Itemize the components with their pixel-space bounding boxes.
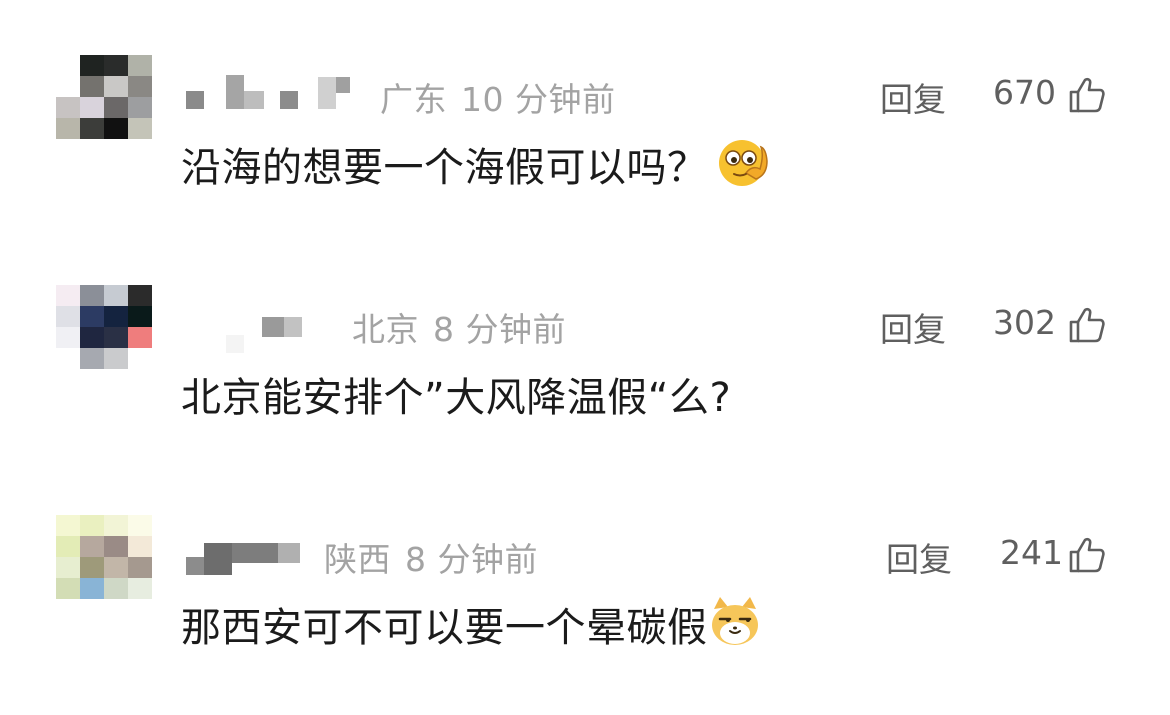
reply-button[interactable]: 回复 (886, 533, 952, 581)
like-count: 670 (993, 73, 1056, 112)
comment-location: 北京 (352, 310, 419, 349)
thumbs-up-icon[interactable] (1068, 536, 1106, 574)
comment-location: 广东 (380, 80, 447, 119)
comment-text: 沿海的想要一个海假可以吗？ (181, 135, 770, 193)
comment-item: 陕西 8 分钟前 回复 241 那西安可不可以要一个晕碳假 (0, 515, 1170, 715)
comment-body: 北京能安排个”大风降温假“么? (181, 375, 732, 421)
comment-text: 那西安可不可以要一个晕碳假 (181, 595, 762, 653)
comment-time: 8 分钟前 (433, 310, 566, 349)
comment-item: 北京 8 分钟前 回复 302 北京能安排个”大风降温假“么? (0, 285, 1170, 485)
comment-time: 10 分钟前 (461, 80, 616, 119)
reply-button[interactable]: 回复 (880, 73, 946, 121)
comment-location: 陕西 (324, 540, 391, 579)
comment-body: 那西安可不可以要一个晕碳假 (181, 605, 708, 651)
comment-body: 沿海的想要一个海假可以吗？ (181, 145, 708, 191)
like-count: 302 (993, 303, 1056, 342)
thumbs-up-icon[interactable] (1068, 306, 1106, 344)
reply-button[interactable]: 回复 (880, 303, 946, 351)
avatar[interactable] (56, 55, 152, 139)
username-masked[interactable] (186, 75, 386, 115)
comment-meta: 陕西 8 分钟前 (324, 533, 538, 581)
comment-text: 北京能安排个”大风降温假“么? (181, 365, 731, 423)
comment-time: 8 分钟前 (405, 540, 538, 579)
like-count: 241 (1000, 533, 1063, 572)
comment-meta: 北京 8 分钟前 (352, 303, 566, 351)
avatar[interactable] (56, 285, 152, 369)
thumbs-up-icon[interactable] (1068, 76, 1106, 114)
smug-cat-emoji (711, 597, 758, 645)
avatar[interactable] (56, 515, 152, 599)
comment-meta: 广东 10 分钟前 (380, 73, 615, 121)
thinking-face-emoji (718, 140, 768, 186)
comment-item: 广东 10 分钟前 回复 670 沿海的想要一个海假可以吗？ (0, 55, 1170, 255)
